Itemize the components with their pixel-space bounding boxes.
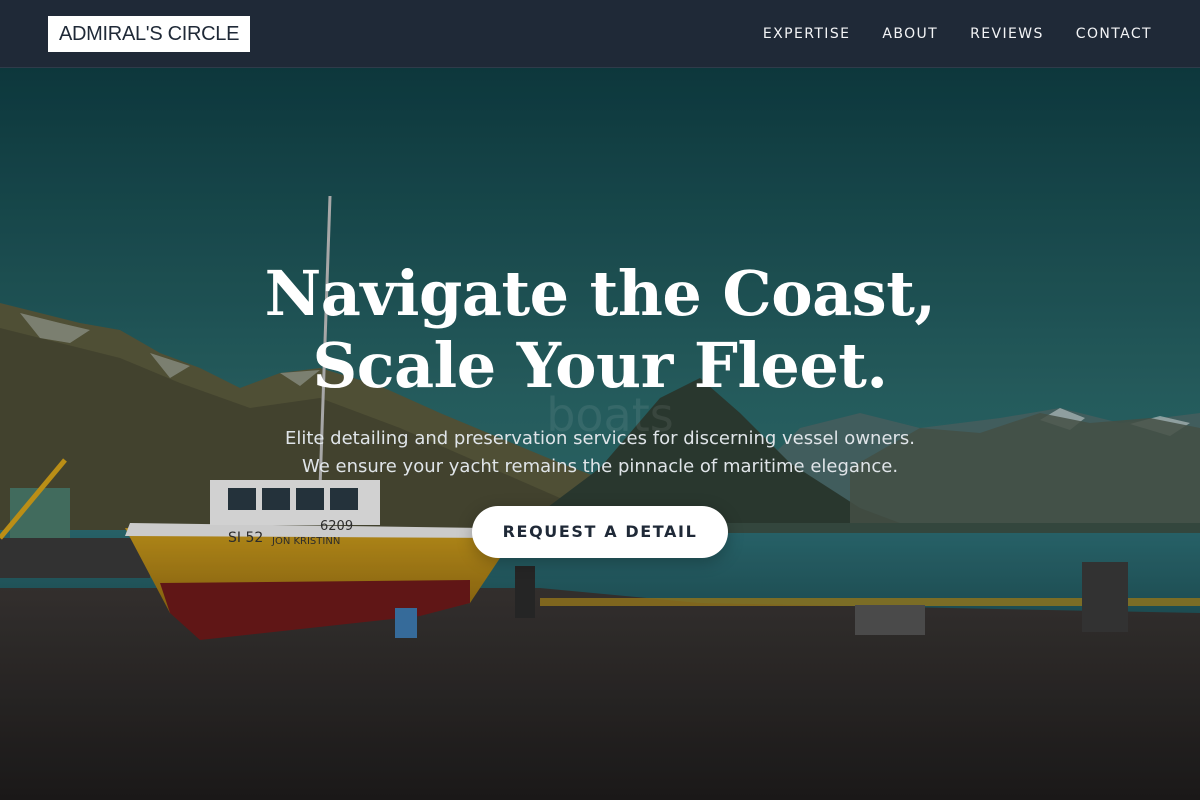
- headline-line-2: Scale Your Fleet.: [312, 329, 888, 402]
- site-logo[interactable]: ADMIRAL'S CIRCLE: [48, 16, 251, 52]
- site-header: ADMIRAL'S CIRCLE EXPERTISE ABOUT REVIEWS…: [0, 0, 1200, 68]
- subtitle-line-2: We ensure your yacht remains the pinnacl…: [301, 456, 899, 477]
- headline-line-1: Navigate the Coast,: [264, 257, 936, 330]
- hero-subtitle: Elite detailing and preservation service…: [150, 425, 1050, 481]
- nav-link-about[interactable]: ABOUT: [882, 24, 938, 44]
- main-nav: EXPERTISE ABOUT REVIEWS CONTACT: [763, 24, 1152, 44]
- hero-section: 6209 SI 52 JON KRISTINN boats Navigate t…: [0, 68, 1200, 800]
- hero-headline: Navigate the Coast, Scale Your Fleet.: [100, 258, 1100, 402]
- nav-link-reviews[interactable]: REVIEWS: [970, 24, 1044, 44]
- nav-link-expertise[interactable]: EXPERTISE: [763, 24, 850, 44]
- request-detail-button[interactable]: REQUEST A DETAIL: [472, 506, 728, 558]
- subtitle-line-1: Elite detailing and preservation service…: [284, 428, 916, 449]
- nav-link-contact[interactable]: CONTACT: [1076, 24, 1152, 44]
